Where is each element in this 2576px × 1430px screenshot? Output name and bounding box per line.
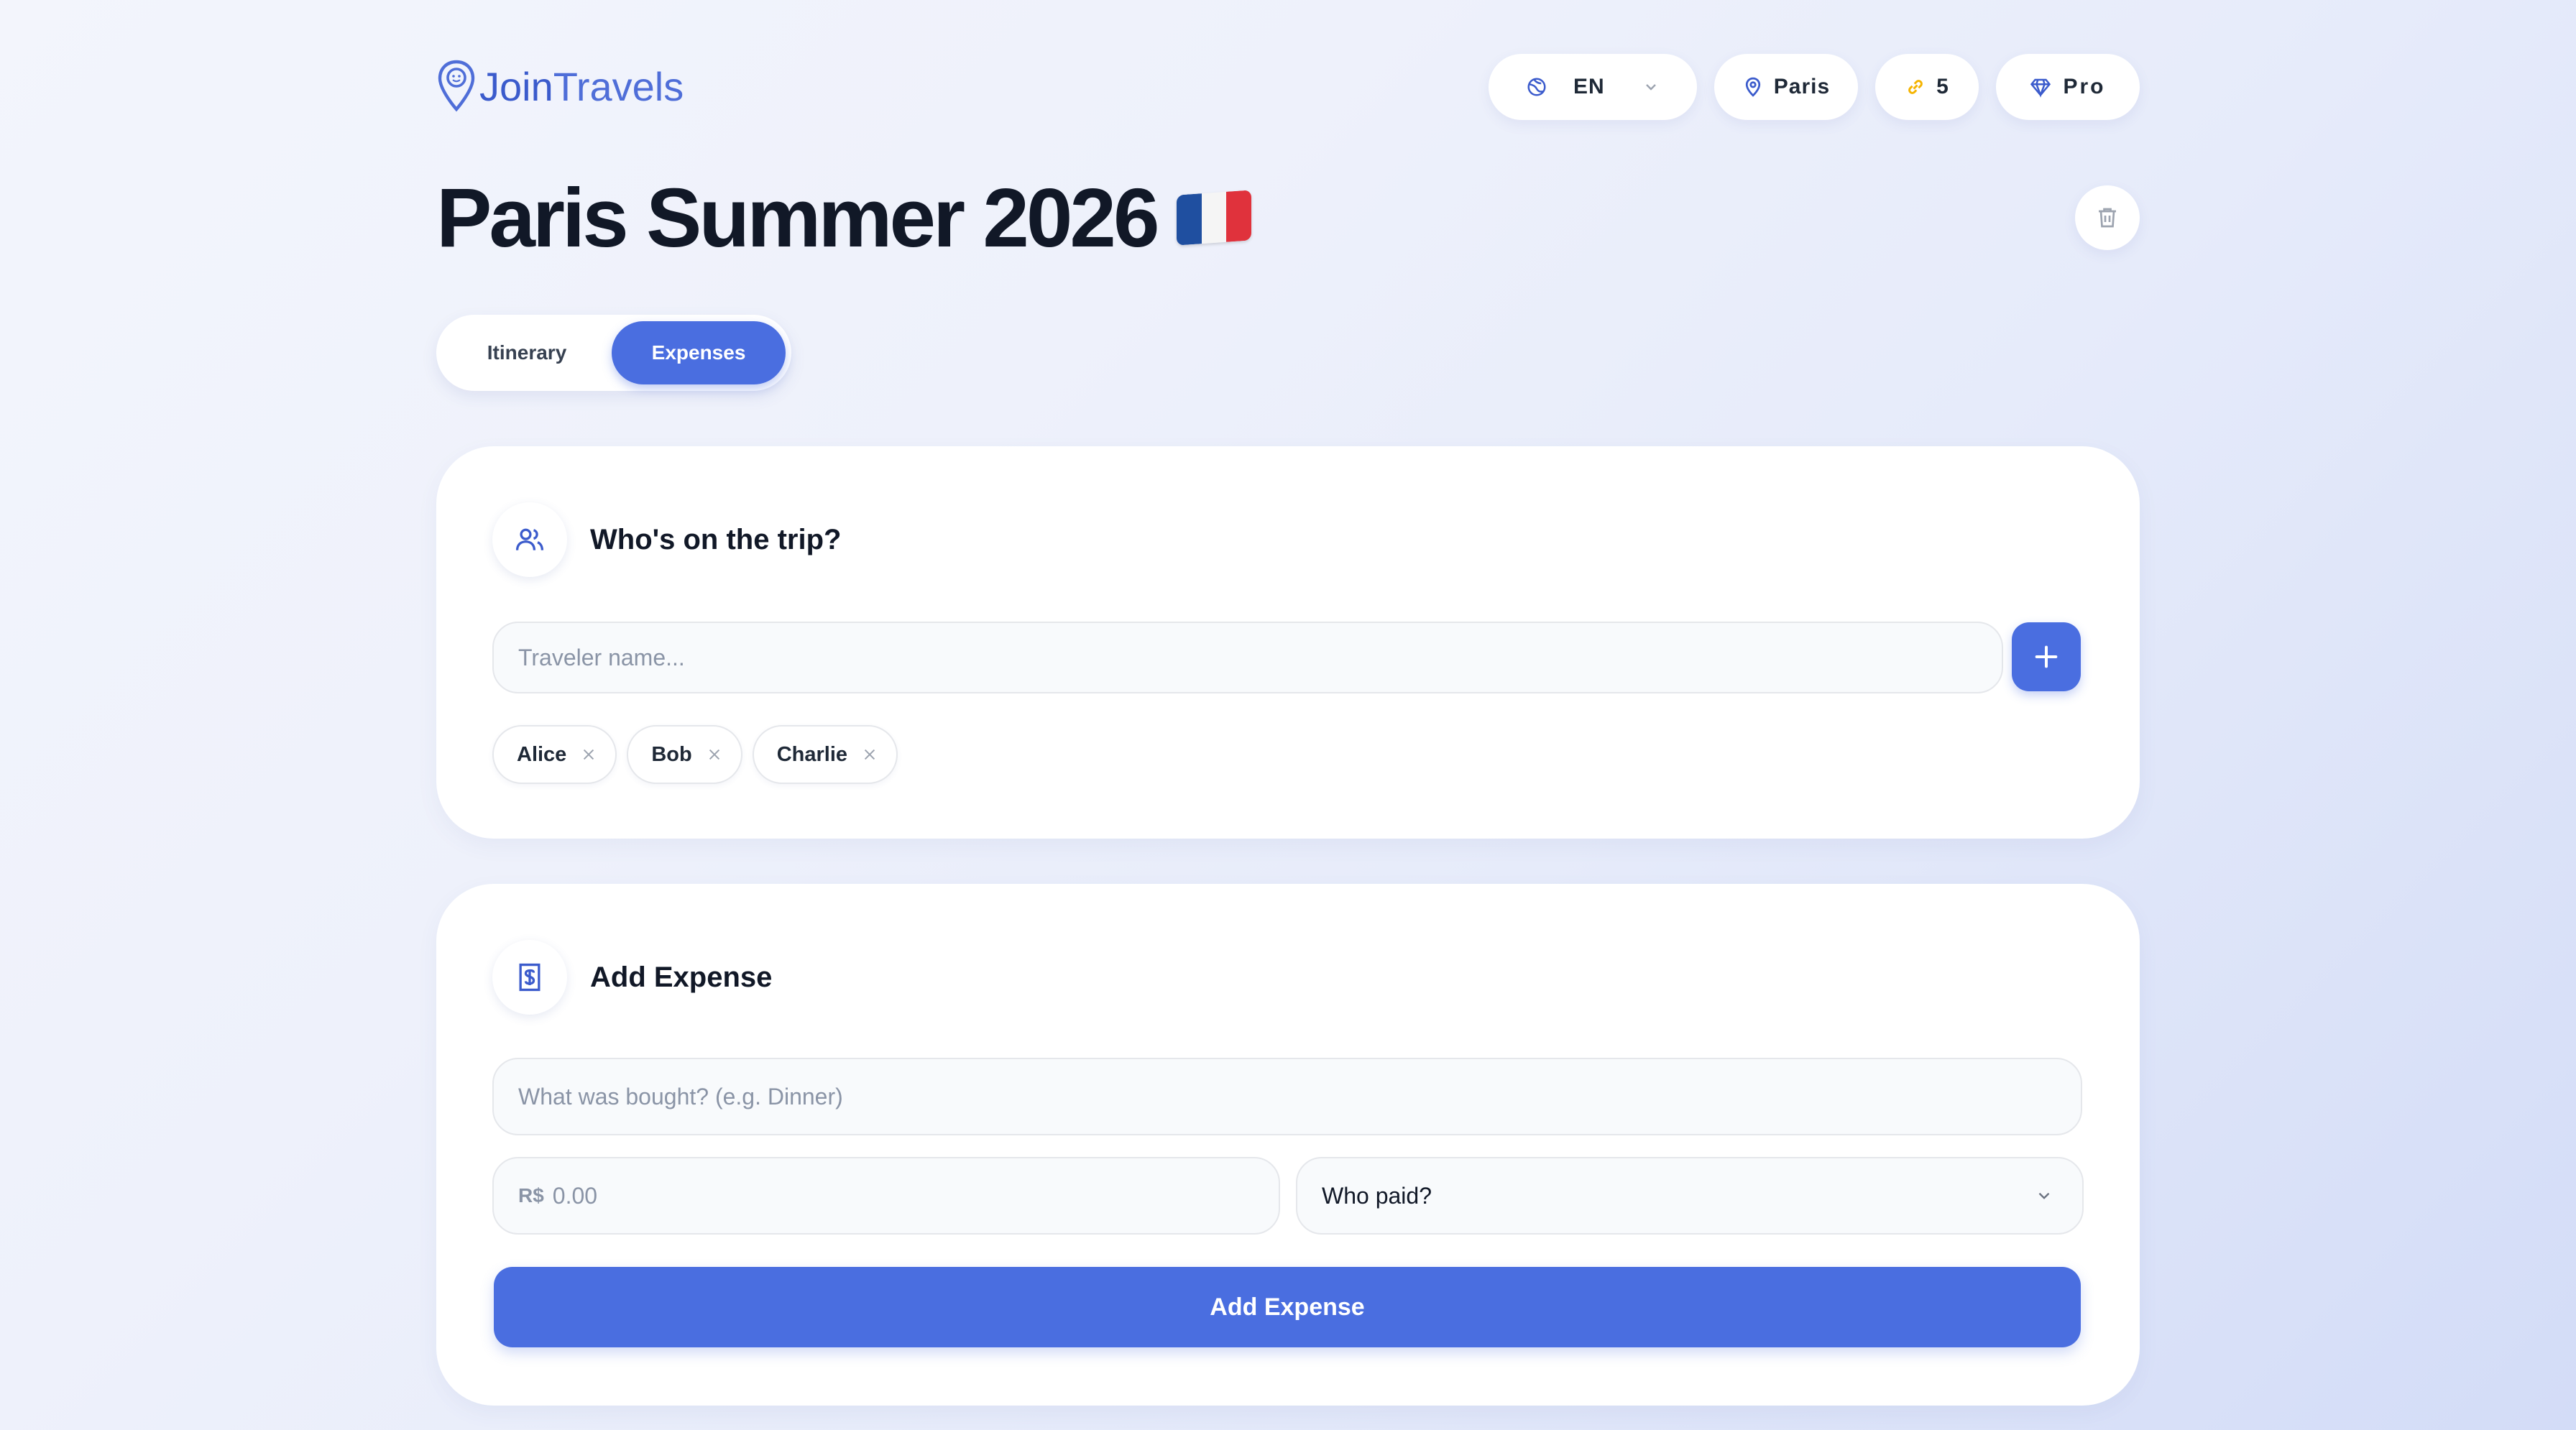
count-label: 5 bbox=[1936, 75, 1949, 98]
logo-text: JoinTravels bbox=[479, 63, 684, 110]
traveler-name: Charlie bbox=[776, 742, 848, 766]
chevron-down-icon bbox=[2038, 1192, 2050, 1199]
users-icon bbox=[515, 528, 544, 550]
users-icon-badge bbox=[492, 502, 567, 577]
pro-plan-button[interactable]: Pro bbox=[1996, 54, 2140, 120]
delete-trip-button[interactable] bbox=[2075, 185, 2140, 250]
header-actions: EN Paris 5 Pro bbox=[1489, 54, 2140, 120]
add-traveler-button[interactable] bbox=[2012, 622, 2081, 691]
receipt-icon-badge bbox=[492, 940, 567, 1015]
currency-label: R$ bbox=[518, 1184, 544, 1207]
language-selector[interactable]: EN bbox=[1489, 54, 1697, 120]
receipt-icon bbox=[519, 963, 540, 992]
add-expense-button[interactable]: Add Expense bbox=[494, 1267, 2081, 1347]
diamond-icon bbox=[2030, 78, 2051, 98]
expense-card-title: Add Expense bbox=[590, 961, 773, 993]
expense-card-header: Add Expense bbox=[492, 940, 772, 1015]
chevron-down-icon bbox=[1645, 84, 1656, 91]
plus-icon bbox=[2035, 645, 2058, 668]
trash-icon bbox=[2099, 208, 2116, 228]
tab-expenses[interactable]: Expenses bbox=[612, 321, 786, 384]
trip-title: Paris Summer 2026 bbox=[436, 171, 1159, 264]
traveler-chip: Alice bbox=[492, 725, 617, 784]
title-row: Paris Summer 2026 bbox=[436, 170, 2140, 266]
logo[interactable]: JoinTravels bbox=[436, 57, 684, 115]
payer-select[interactable]: Who paid? bbox=[1296, 1157, 2084, 1235]
traveler-list: Alice Bob Charlie bbox=[492, 725, 898, 784]
city-label: Paris bbox=[1773, 75, 1831, 98]
tab-itinerary[interactable]: Itinerary bbox=[442, 321, 612, 384]
language-label: EN bbox=[1573, 75, 1605, 98]
page-title: Paris Summer 2026 bbox=[436, 170, 2140, 266]
traveler-name: Bob bbox=[651, 742, 692, 766]
traveler-name: Alice bbox=[517, 742, 567, 766]
travelers-card-title: Who's on the trip? bbox=[590, 523, 842, 555]
traveler-chip: Bob bbox=[627, 725, 742, 784]
plan-label: Pro bbox=[2063, 75, 2106, 98]
top-bar: JoinTravels EN Paris 5 Pro bbox=[436, 52, 2140, 120]
travelers-card: Who's on the trip? Alice Bob Charlie bbox=[436, 446, 2140, 839]
shared-link-count[interactable]: 5 bbox=[1875, 54, 1979, 120]
traveler-chip: Charlie bbox=[752, 725, 898, 784]
travelers-card-header: Who's on the trip? bbox=[492, 502, 841, 577]
map-pin-logo-icon bbox=[438, 60, 475, 112]
payer-select-value: Who paid? bbox=[1322, 1182, 1432, 1209]
expense-description-input[interactable] bbox=[492, 1058, 2082, 1135]
link-icon bbox=[1908, 80, 1923, 94]
france-flag-icon bbox=[1177, 190, 1252, 246]
close-icon[interactable] bbox=[581, 747, 597, 762]
close-icon[interactable] bbox=[707, 747, 722, 762]
map-pin-icon bbox=[1745, 77, 1760, 97]
city-button[interactable]: Paris bbox=[1714, 54, 1858, 120]
traveler-name-input[interactable] bbox=[492, 622, 2003, 693]
logo-text-travels: Travels bbox=[553, 63, 684, 109]
close-icon[interactable] bbox=[862, 747, 878, 762]
globe-icon bbox=[1527, 78, 1546, 96]
amount-input[interactable] bbox=[543, 1158, 1191, 1233]
add-expense-card: Add Expense R$ Who paid? Add Expense bbox=[436, 884, 2140, 1406]
amount-field[interactable]: R$ bbox=[492, 1157, 1280, 1235]
view-tabs: Itinerary Expenses bbox=[436, 315, 791, 391]
logo-text-join: Join bbox=[479, 63, 553, 109]
